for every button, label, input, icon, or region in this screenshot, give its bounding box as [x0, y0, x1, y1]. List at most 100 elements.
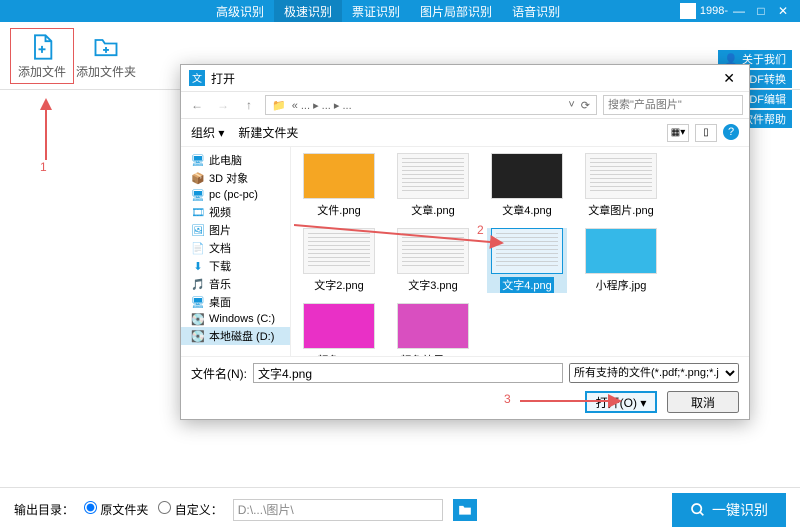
tree-node[interactable]: ⬇ 下载	[181, 257, 290, 275]
tree-node[interactable]: 🎞 视频	[181, 203, 290, 221]
open-button[interactable]: 打开(O) ▾	[585, 391, 657, 413]
tree-node-label: pc (pc-pc)	[209, 189, 258, 201]
image-icon: 🖼	[191, 223, 205, 237]
one-click-recognize-button[interactable]: 一键识别	[672, 493, 786, 527]
filetype-filter[interactable]: 所有支持的文件(*.pdf;*.png;*.j	[569, 363, 739, 383]
file-thumb-label: 文字4.png	[500, 277, 554, 293]
browse-folder-button[interactable]	[453, 499, 477, 521]
output-path-input[interactable]	[233, 499, 443, 521]
nav-up-button[interactable]: ↑	[239, 95, 259, 115]
tab-voice[interactable]: 语音识别	[502, 0, 570, 23]
drive-icon: 💽	[191, 329, 205, 343]
search-icon	[690, 502, 706, 518]
tree-node[interactable]: 💽 Windows (C:)	[181, 311, 290, 327]
preview-pane-button[interactable]: ▯	[695, 124, 717, 142]
add-file-button[interactable]: 添加文件	[10, 28, 74, 84]
tab-fast[interactable]: 极速识别	[274, 0, 342, 23]
output-bar: 输出目录： 原文件夹 自定义： 一键识别	[0, 487, 800, 531]
file-thumb[interactable]: 颜色.png	[299, 303, 379, 356]
path-text: « ... ▸ ... ▸ ...	[292, 99, 352, 112]
file-thumb[interactable]: 文字3.png	[393, 228, 473, 293]
tree-node-label: 音乐	[209, 276, 231, 292]
tree-node[interactable]: 🎵 音乐	[181, 275, 290, 293]
file-thumb[interactable]: 文字4.png	[487, 228, 567, 293]
tree-node[interactable]: 📄文档	[181, 239, 290, 257]
view-mode-button[interactable]: ▦▾	[667, 124, 689, 142]
close-button[interactable]: ✕	[772, 4, 794, 18]
radio-original-label: 原文件夹	[100, 503, 148, 517]
chevron-down-icon[interactable]: ˅	[568, 99, 574, 111]
folder-tree[interactable]: 🖥此电脑📦3D 对象🖥pc (pc-pc)🎞视频🖼图片📄文档⬇下载🎵音乐🖥桌面💽…	[181, 147, 291, 356]
dialog-close-button[interactable]: ✕	[717, 70, 741, 87]
annotation-arrow-1	[40, 95, 70, 165]
doc-icon: 📄	[191, 241, 205, 255]
new-folder-button[interactable]: 新建文件夹	[238, 124, 298, 141]
user-label: 1998-	[700, 5, 728, 17]
breadcrumb-path[interactable]: 📁 « ... ▸ ... ▸ ... ˅ ⟳	[265, 95, 597, 115]
tree-node[interactable]: 📦3D 对象	[181, 169, 290, 187]
tree-node-label: Windows (C:)	[209, 313, 275, 325]
file-thumb[interactable]: 小程序.jpg	[581, 228, 661, 293]
tree-node[interactable]: 💽 本地磁盘 (D:)	[181, 327, 290, 345]
main-btn-label: 一键识别	[712, 500, 768, 520]
download-icon: ⬇	[191, 259, 205, 273]
tree-node-label: 下载	[209, 258, 231, 274]
maximize-button[interactable]: □	[750, 4, 772, 18]
tree-node-label: 本地磁盘 (D:)	[209, 328, 274, 344]
user-chip[interactable]: 1998-	[680, 3, 728, 19]
tree-node[interactable]: 🖥pc (pc-pc)	[181, 187, 290, 203]
tab-advanced[interactable]: 高级识别	[206, 0, 274, 23]
drive-icon: 💽	[191, 312, 205, 326]
file-thumb-label: 文章4.png	[502, 202, 552, 218]
tab-image-region[interactable]: 图片局部识别	[410, 0, 502, 23]
file-grid[interactable]: 文件.png 文章.png 文章4.png 文章图片.png 文字2.png 文字3.pn…	[291, 147, 749, 356]
add-folder-label: 添加文件夹	[76, 63, 136, 80]
output-label: 输出目录：	[14, 501, 74, 518]
tree-node-label: 图片	[209, 222, 231, 238]
dialog-navrow: ← → ↑ 📁 « ... ▸ ... ▸ ... ˅ ⟳	[181, 91, 749, 119]
tree-node-label: 此电脑	[209, 152, 242, 168]
radio-original[interactable]: 原文件夹	[84, 501, 148, 518]
file-open-dialog: 文 打开 ✕ ← → ↑ 📁 « ... ▸ ... ▸ ... ˅ ⟳ 组织 …	[180, 64, 750, 420]
nav-forward-button[interactable]: →	[213, 95, 233, 115]
file-thumb-label: 文章图片.png	[588, 202, 653, 218]
dialog-footer: 文件名(N): 所有支持的文件(*.pdf;*.png;*.j 打开(O) ▾ …	[181, 356, 749, 419]
app-icon: 文	[189, 70, 205, 86]
file-thumb[interactable]: 文字2.png	[299, 228, 379, 293]
avatar	[680, 3, 696, 19]
dialog-search-input[interactable]	[603, 95, 743, 115]
file-thumb[interactable]: 文章图片.png	[581, 153, 661, 218]
dialog-help-button[interactable]: ?	[723, 124, 739, 140]
tree-node[interactable]: 🖥此电脑	[181, 151, 290, 169]
organize-menu[interactable]: 组织 ▾	[191, 124, 224, 141]
radio-custom-label: 自定义：	[175, 503, 223, 517]
cancel-button[interactable]: 取消	[667, 391, 739, 413]
add-file-label: 添加文件	[18, 63, 66, 80]
annotation-1: 1	[40, 160, 47, 174]
tree-node[interactable]: 🖥桌面	[181, 293, 290, 311]
app-titlebar: 高级识别 极速识别 票证识别 图片局部识别 语音识别 1998- — □ ✕	[0, 0, 800, 22]
file-thumb[interactable]: 文章4.png	[487, 153, 567, 218]
video-icon: 🎞	[191, 205, 205, 219]
filename-label: 文件名(N):	[191, 365, 247, 382]
nav-back-button[interactable]: ←	[187, 95, 207, 115]
music-icon: 🎵	[191, 277, 205, 291]
add-folder-button[interactable]: 添加文件夹	[74, 28, 138, 84]
tab-ticket[interactable]: 票证识别	[342, 0, 410, 23]
file-thumb[interactable]: 文件.png	[299, 153, 379, 218]
filename-input[interactable]	[253, 363, 563, 383]
file-thumb-label: 文字3.png	[408, 277, 458, 293]
annotation-3: 3	[504, 392, 511, 406]
desktop-icon: 🖥	[191, 295, 205, 309]
file-thumb-label: 文件.png	[317, 202, 360, 218]
refresh-icon[interactable]: ⟳	[581, 99, 590, 112]
folder-icon: 📁	[272, 99, 286, 112]
tree-node[interactable]: 🖼 图片	[181, 221, 290, 239]
file-thumb-label: 文字2.png	[314, 277, 364, 293]
file-thumb[interactable]: 颜色效果.png	[393, 303, 473, 356]
file-thumb[interactable]: 文章.png	[393, 153, 473, 218]
minimize-button[interactable]: —	[728, 4, 750, 18]
tree-node-label: 视频	[209, 204, 231, 220]
tree-node-label: 3D 对象	[209, 170, 248, 186]
radio-custom[interactable]: 自定义：	[158, 501, 222, 518]
